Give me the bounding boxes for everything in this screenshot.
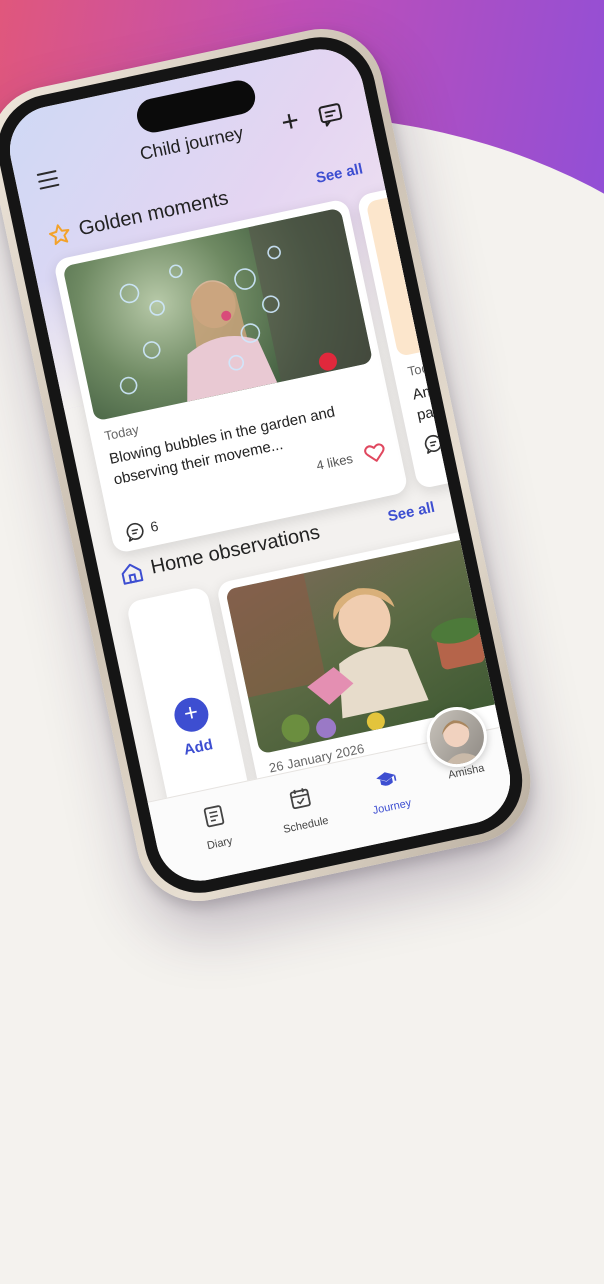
home-icon [121,563,144,585]
comments[interactable]: 6 [123,518,160,544]
card-date: Today [103,421,141,444]
plus-icon[interactable]: + [171,694,212,735]
comment-icon [126,522,144,542]
nav-journey[interactable]: Journey [345,761,433,822]
golden-moments-see-all-link[interactable]: See all [314,160,364,187]
nav-label: Journey [371,797,413,817]
comments[interactable]: 6 [421,430,458,456]
golden-moment-card[interactable]: Today Blowing bubbles in the garden and … [52,198,409,555]
home-observations-see-all-link[interactable]: See all [386,499,436,526]
nav-label: Schedule [282,814,330,836]
nav-diary[interactable]: Diary [173,797,261,858]
diary-icon [203,805,225,828]
nav-schedule[interactable]: Schedule [259,779,347,840]
schedule-icon [289,788,311,810]
nav-label: Diary [206,835,234,853]
add-label[interactable]: Add [157,731,241,765]
likes-count: 4 likes [314,450,355,474]
comments-count: 6 [148,517,160,535]
journey-icon [376,772,397,786]
heart-icon[interactable] [362,441,388,465]
star-icon [48,224,70,246]
add-icon[interactable]: + [275,104,306,140]
